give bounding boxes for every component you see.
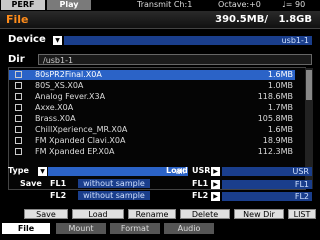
space-separator: / bbox=[264, 14, 268, 25]
file-name: ChillXperience_MR.X0A bbox=[35, 125, 128, 134]
file-name: Analog Fever.X3A bbox=[35, 92, 106, 101]
file-row[interactable]: 80S_XS.X0A 1.0MB bbox=[9, 81, 295, 91]
tempo-value: ♩= 90 bbox=[282, 0, 306, 9]
save-fl1-value: without sample bbox=[83, 179, 145, 188]
file-name: 80S_XS.X0A bbox=[35, 81, 84, 90]
file-row[interactable]: FM Xpanded Clavi.X0A 18.9MB bbox=[9, 136, 295, 146]
dir-path-field[interactable]: /usb1-1 bbox=[38, 54, 312, 65]
file-row[interactable]: FM Xpanded EP.X0A 112.3MB bbox=[9, 147, 295, 157]
page-title: File bbox=[6, 13, 29, 26]
load-fl2-label: FL2 bbox=[192, 191, 209, 200]
tab-audio[interactable]: Audio bbox=[164, 223, 214, 234]
device-dropdown-arrow-icon[interactable]: ▼ bbox=[53, 36, 62, 45]
load-fl2-value: FL2 bbox=[294, 192, 309, 201]
tab-file[interactable]: File bbox=[2, 223, 50, 234]
file-name: FM Xpanded Clavi.X0A bbox=[35, 136, 126, 145]
file-name: FM Xpanded EP.X0A bbox=[35, 147, 115, 156]
file-icon bbox=[15, 148, 22, 155]
load-fl2-select[interactable]: FL2 bbox=[222, 192, 312, 201]
delete-button[interactable]: Delete bbox=[180, 209, 230, 219]
file-icon bbox=[15, 126, 22, 133]
load-usr-value: USR bbox=[292, 167, 310, 176]
load-fl1-select[interactable]: FL1 bbox=[222, 180, 312, 189]
mode-tab-play[interactable]: Play bbox=[47, 0, 91, 10]
file-size: 1.0MB bbox=[267, 81, 293, 90]
dir-label: Dir bbox=[8, 54, 25, 65]
file-size: 1.7MB bbox=[267, 103, 293, 112]
transmit-channel: Transmit Ch:1 bbox=[137, 0, 193, 9]
file-name: Brass.X0A bbox=[35, 114, 76, 123]
save-button[interactable]: Save bbox=[24, 209, 68, 219]
load-fl1-arrow-icon[interactable]: ▶ bbox=[211, 180, 220, 189]
file-size: 105.8MB bbox=[257, 114, 293, 123]
load-fl2-arrow-icon[interactable]: ▶ bbox=[211, 192, 220, 201]
octave-value: Octave:+0 bbox=[218, 0, 261, 9]
save-fl1-select[interactable]: without sample bbox=[78, 179, 150, 188]
file-size: 118.6MB bbox=[257, 92, 293, 101]
file-size: 1.6MB bbox=[267, 125, 293, 134]
load-fl1-value: FL1 bbox=[294, 180, 309, 189]
file-icon bbox=[15, 115, 22, 122]
type-dropdown-arrow-icon[interactable]: ▼ bbox=[38, 167, 47, 176]
file-size: 112.3MB bbox=[257, 147, 293, 156]
free-space: 390.5MB bbox=[215, 14, 265, 25]
load-usr-arrow-icon[interactable]: ▶ bbox=[211, 167, 220, 176]
save-fl2-label: FL2 bbox=[50, 191, 67, 200]
save-label: Save bbox=[20, 179, 42, 188]
page-header: File 390.5MB/ 1.8GB bbox=[0, 11, 320, 29]
save-fl1-label: FL1 bbox=[50, 179, 67, 188]
new-dir-button[interactable]: New Dir bbox=[234, 209, 284, 219]
tab-mount[interactable]: Mount bbox=[56, 223, 106, 234]
dir-path: /usb1-1 bbox=[43, 56, 74, 65]
file-icon bbox=[15, 82, 22, 89]
list-button[interactable]: LIST bbox=[288, 209, 316, 219]
load-fl1-label: FL1 bbox=[192, 179, 209, 188]
file-row[interactable]: 80sPR2Final.X0A 1.6MB bbox=[9, 70, 295, 80]
rename-button[interactable]: Rename bbox=[128, 209, 176, 219]
file-size: 1.6MB bbox=[267, 70, 293, 79]
load-label: Load bbox=[166, 166, 188, 175]
file-icon bbox=[15, 93, 22, 100]
save-fl2-value: without sample bbox=[83, 191, 145, 200]
file-name: 80sPR2Final.X0A bbox=[35, 70, 102, 79]
file-row[interactable]: Brass.X0A 105.8MB bbox=[9, 114, 295, 124]
file-name: Axxe.X0A bbox=[35, 103, 74, 112]
type-label: Type bbox=[8, 166, 29, 175]
file-size: 18.9MB bbox=[262, 136, 293, 145]
tab-format[interactable]: Format bbox=[110, 223, 160, 234]
scroll-thumb[interactable] bbox=[306, 70, 312, 100]
file-icon bbox=[15, 71, 22, 78]
save-fl2-select[interactable]: without sample bbox=[78, 191, 150, 200]
file-icon bbox=[15, 137, 22, 144]
load-usr-select[interactable]: USR bbox=[222, 167, 312, 176]
device-value: usb1-1 bbox=[281, 36, 309, 45]
file-row[interactable]: Analog Fever.X3A 118.6MB bbox=[9, 92, 295, 102]
file-row[interactable]: ChillXperience_MR.X0A 1.6MB bbox=[9, 125, 295, 135]
file-icon bbox=[15, 104, 22, 111]
device-select[interactable]: usb1-1 bbox=[64, 36, 312, 45]
load-button[interactable]: Load bbox=[72, 209, 124, 219]
device-label: Device bbox=[8, 34, 46, 45]
disk-space-info: 390.5MB/ 1.8GB bbox=[215, 12, 312, 27]
mode-tab-perf[interactable]: PERF bbox=[1, 0, 45, 10]
load-usr-label: USR bbox=[192, 166, 211, 175]
file-row[interactable]: Axxe.X0A 1.7MB bbox=[9, 103, 295, 113]
total-space: 1.8GB bbox=[278, 14, 312, 25]
